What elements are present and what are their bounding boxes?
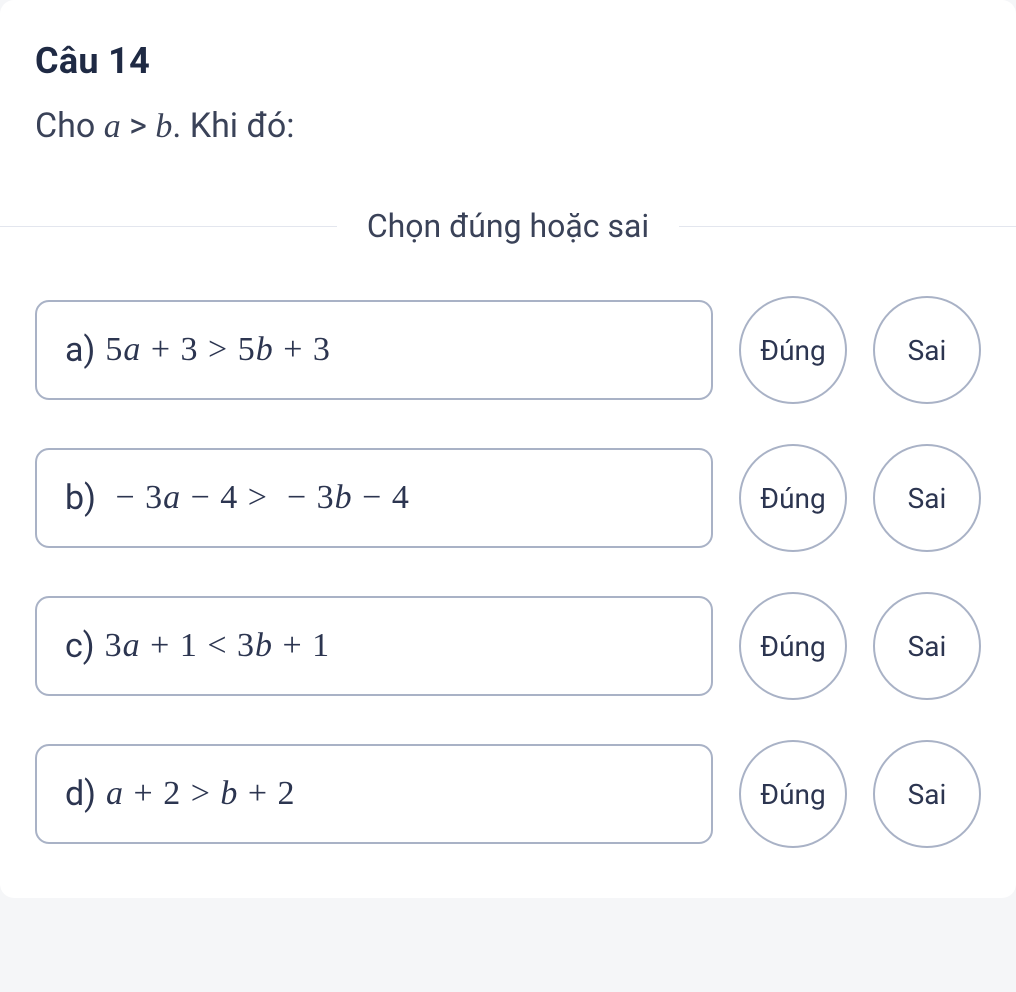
true-button-a[interactable]: Đúng xyxy=(739,296,847,404)
option-letter: d) xyxy=(65,774,96,814)
false-button-b[interactable]: Sai xyxy=(873,444,981,552)
stem-suffix: . Khi đó: xyxy=(172,106,294,146)
false-button-c[interactable]: Sai xyxy=(873,592,981,700)
question-card: Câu 14 Cho a > b. Khi đó: Chọn đúng hoặc… xyxy=(0,0,1016,898)
option-letter: b) xyxy=(65,478,96,518)
option-math-d: a + 2 > b + 2 xyxy=(106,775,296,813)
option-math-b: − 3a − 4 > − 3b − 4 xyxy=(106,479,410,517)
question-title: Câu 14 xyxy=(35,40,981,82)
question-stem: Cho a > b. Khi đó: xyxy=(35,106,981,146)
option-math-c: 3a + 1 < 3b + 1 xyxy=(105,627,331,665)
option-letter: a) xyxy=(65,330,95,370)
options-list: a) 5a + 3 > 5b + 3 Đúng Sai b) − 3a − 4 … xyxy=(35,296,981,848)
option-box-b: b) − 3a − 4 > − 3b − 4 xyxy=(35,448,713,548)
option-row-c: c) 3a + 1 < 3b + 1 Đúng Sai xyxy=(35,592,981,700)
false-button-a[interactable]: Sai xyxy=(873,296,981,404)
option-box-d: d) a + 2 > b + 2 xyxy=(35,744,713,844)
instruction-label: Chọn đúng hoặc sai xyxy=(337,207,679,245)
stem-math: a > b xyxy=(104,106,173,146)
option-row-a: a) 5a + 3 > 5b + 3 Đúng Sai xyxy=(35,296,981,404)
option-math-a: 5a + 3 > 5b + 3 xyxy=(105,331,331,369)
true-button-b[interactable]: Đúng xyxy=(739,444,847,552)
true-button-d[interactable]: Đúng xyxy=(739,740,847,848)
true-button-c[interactable]: Đúng xyxy=(739,592,847,700)
false-button-d[interactable]: Sai xyxy=(873,740,981,848)
option-row-d: d) a + 2 > b + 2 Đúng Sai xyxy=(35,740,981,848)
option-box-c: c) 3a + 1 < 3b + 1 xyxy=(35,596,713,696)
instruction-divider: Chọn đúng hoặc sai xyxy=(0,206,1016,246)
option-box-a: a) 5a + 3 > 5b + 3 xyxy=(35,300,713,400)
stem-prefix: Cho xyxy=(35,106,104,146)
option-row-b: b) − 3a − 4 > − 3b − 4 Đúng Sai xyxy=(35,444,981,552)
option-letter: c) xyxy=(65,626,95,666)
